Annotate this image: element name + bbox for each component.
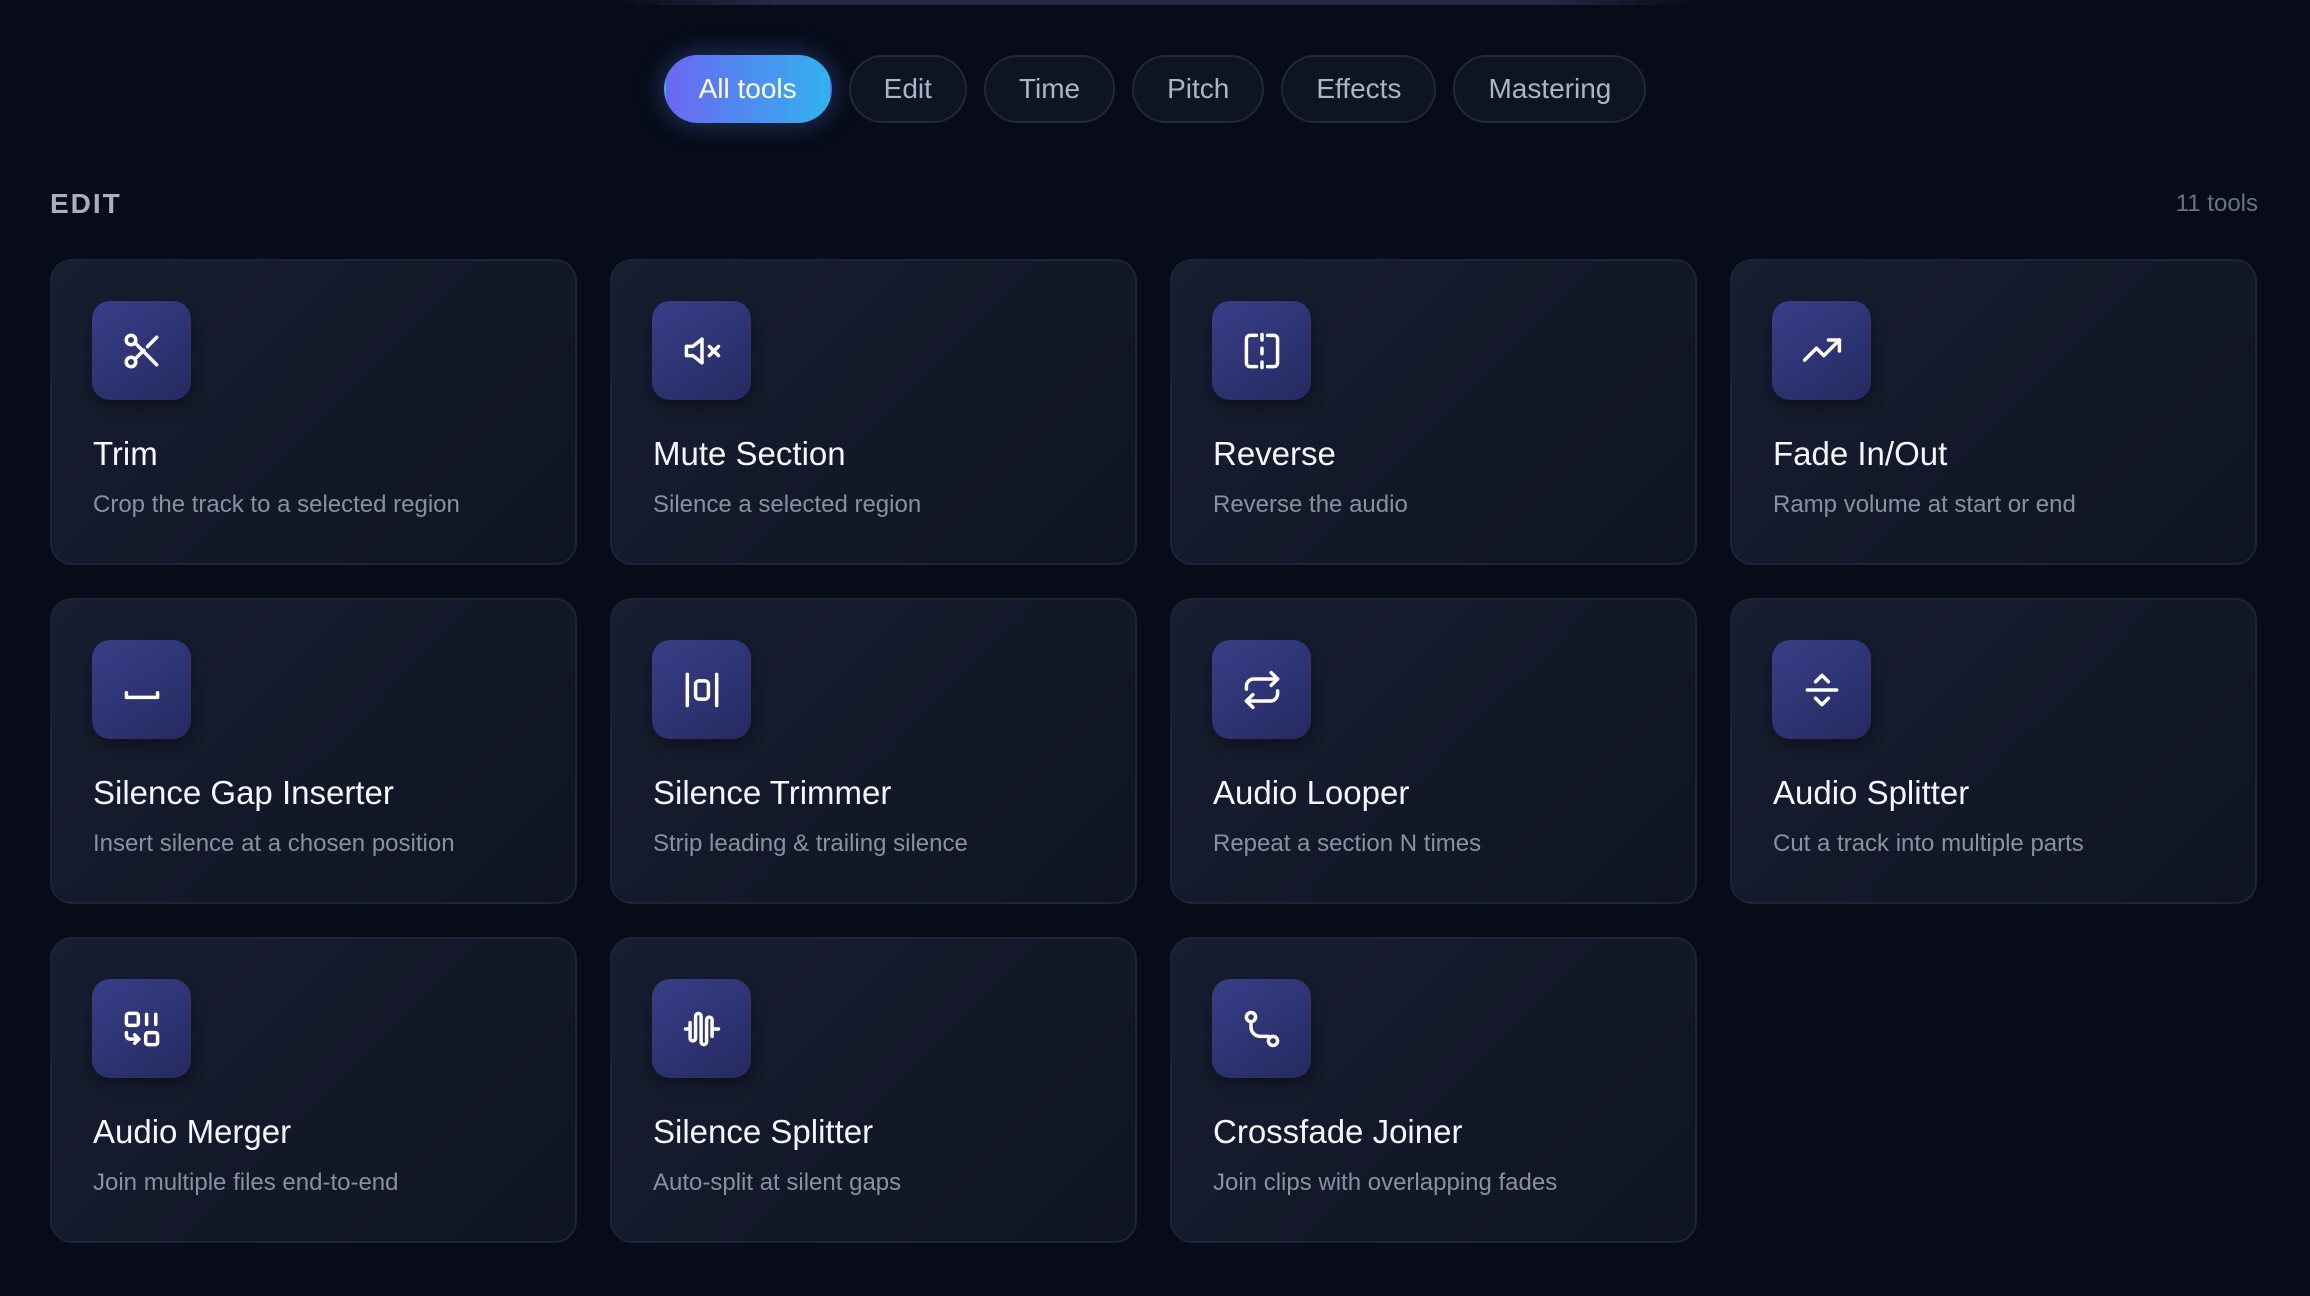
tool-count: 11 tools bbox=[2175, 190, 2258, 217]
tool-title: Fade In/Out bbox=[1773, 435, 1948, 472]
volume-mute-icon bbox=[652, 301, 751, 400]
tool-title: Crossfade Joiner bbox=[1213, 1113, 1463, 1150]
filter-bar: All tools Edit Time Pitch Effects Master… bbox=[0, 55, 2310, 123]
audio-wave-icon bbox=[652, 979, 751, 1078]
tool-description: Ramp volume at start or end bbox=[1773, 491, 2076, 518]
tool-description: Join clips with overlapping fades bbox=[1213, 1169, 1558, 1196]
tool-card-reverse[interactable]: Reverse Reverse the audio bbox=[1170, 259, 1697, 565]
tool-card-silence-trimmer[interactable]: Silence Trimmer Strip leading & trailing… bbox=[610, 598, 1137, 904]
tool-title: Trim bbox=[93, 435, 158, 472]
tool-title: Silence Splitter bbox=[653, 1113, 874, 1150]
filter-time[interactable]: Time bbox=[983, 55, 1116, 123]
tool-description: Crop the track to a selected region bbox=[93, 491, 460, 518]
tool-card-audio-merger[interactable]: Audio Merger Join multiple files end-to-… bbox=[50, 937, 577, 1243]
tool-description: Cut a track into multiple parts bbox=[1773, 830, 2084, 857]
filter-mastering[interactable]: Mastering bbox=[1453, 55, 1647, 123]
tool-title: Silence Gap Inserter bbox=[93, 774, 394, 811]
tool-description: Insert silence at a chosen position bbox=[93, 830, 455, 857]
filter-pitch[interactable]: Pitch bbox=[1132, 55, 1265, 123]
section-header: EDIT 11 tools bbox=[50, 188, 2258, 220]
section-title: EDIT bbox=[50, 188, 122, 219]
tool-title: Mute Section bbox=[653, 435, 846, 472]
space-icon bbox=[92, 640, 191, 739]
mirror-icon bbox=[1212, 301, 1311, 400]
route-icon bbox=[1212, 979, 1311, 1078]
repeat-icon bbox=[1212, 640, 1311, 739]
top-divider bbox=[615, 0, 1695, 5]
filter-effects[interactable]: Effects bbox=[1281, 55, 1437, 123]
tools-grid: Trim Crop the track to a selected region… bbox=[50, 259, 2257, 1243]
split-vertical-icon bbox=[1772, 640, 1871, 739]
tool-description: Join multiple files end-to-end bbox=[93, 1169, 399, 1196]
tool-title: Audio Merger bbox=[93, 1113, 292, 1150]
tool-description: Strip leading & trailing silence bbox=[653, 830, 968, 857]
tool-card-crossfade-joiner[interactable]: Crossfade Joiner Join clips with overlap… bbox=[1170, 937, 1697, 1243]
tool-title: Audio Looper bbox=[1213, 774, 1410, 811]
tool-card-silence-splitter[interactable]: Silence Splitter Auto-split at silent ga… bbox=[610, 937, 1137, 1243]
scissors-icon bbox=[92, 301, 191, 400]
tool-card-trim[interactable]: Trim Crop the track to a selected region bbox=[50, 259, 577, 565]
tool-description: Silence a selected region bbox=[653, 491, 922, 518]
filter-all-tools[interactable]: All tools bbox=[663, 55, 832, 123]
tool-card-audio-looper[interactable]: Audio Looper Repeat a section N times bbox=[1170, 598, 1697, 904]
tool-title: Silence Trimmer bbox=[653, 774, 892, 811]
trend-up-icon bbox=[1772, 301, 1871, 400]
tool-description: Reverse the audio bbox=[1213, 491, 1408, 518]
tool-title: Audio Splitter bbox=[1773, 774, 1970, 811]
trim-bounds-icon bbox=[652, 640, 751, 739]
filter-edit[interactable]: Edit bbox=[848, 55, 967, 123]
tools-page: All tools Edit Time Pitch Effects Master… bbox=[0, 0, 2310, 1296]
tool-card-mute-section[interactable]: Mute Section Silence a selected region bbox=[610, 259, 1137, 565]
tool-card-fade-in-out[interactable]: Fade In/Out Ramp volume at start or end bbox=[1730, 259, 2257, 565]
merge-blocks-icon bbox=[92, 979, 191, 1078]
tool-card-silence-gap-inserter[interactable]: Silence Gap Inserter Insert silence at a… bbox=[50, 598, 577, 904]
tool-description: Auto-split at silent gaps bbox=[653, 1169, 902, 1196]
tool-card-audio-splitter[interactable]: Audio Splitter Cut a track into multiple… bbox=[1730, 598, 2257, 904]
tool-description: Repeat a section N times bbox=[1213, 830, 1482, 857]
tool-title: Reverse bbox=[1213, 435, 1336, 472]
